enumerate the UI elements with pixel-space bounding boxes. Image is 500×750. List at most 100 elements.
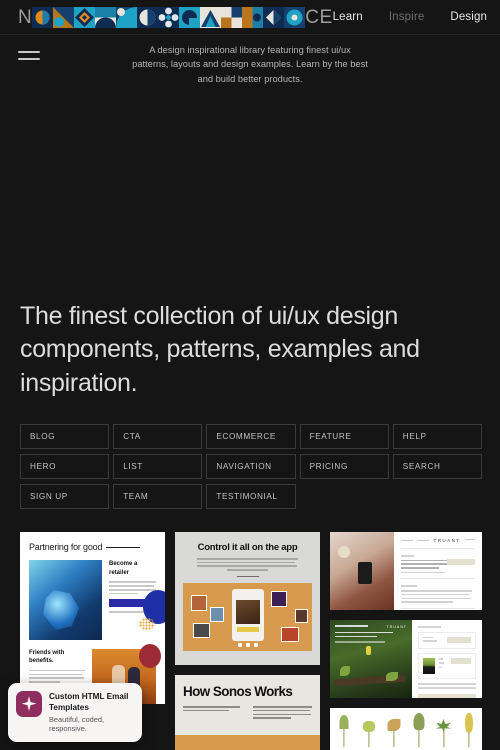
foliage-shape [413, 713, 424, 730]
text-line [183, 706, 240, 708]
text-line [401, 571, 446, 574]
cart-panel [412, 620, 482, 698]
category-filter-grid: BLOG CTA ECOMMERCE FEATURE HELP HERO LIS… [20, 424, 482, 509]
tag-pricing[interactable]: PRICING [299, 454, 389, 479]
gallery-card-how-sonos-works[interactable]: How Sonos Works [175, 675, 320, 750]
album-collage [183, 583, 312, 652]
plant-illustration [459, 713, 478, 747]
logo-suffix-letters: CE [305, 6, 333, 28]
text-line [401, 601, 453, 603]
toast-subtitle: Beautiful, coded, responsive. [49, 714, 105, 734]
foliage-shape [339, 715, 348, 729]
hero-section: The finest collection of ui/ux design co… [20, 300, 440, 400]
top-navigation-bar: N CE Learn Inspire Design [0, 0, 500, 34]
plant-illustration [409, 713, 428, 747]
text-line [197, 565, 297, 567]
text-line [423, 636, 433, 639]
tag-list[interactable]: LIST [113, 454, 203, 479]
gallery-card-forest-cart[interactable]: TRUANT [330, 620, 482, 698]
plant-illustration [434, 713, 453, 747]
site-tagline: A design inspirational library featuring… [132, 45, 368, 84]
next-icon[interactable] [253, 643, 258, 648]
breadcrumb[interactable] [401, 539, 429, 542]
tag-testimonial[interactable]: TESTIMONIAL [206, 484, 296, 509]
gallery-card-product-detail[interactable]: TRUANT [330, 532, 482, 610]
album-art [271, 591, 287, 608]
decorative-dot-pattern [139, 618, 155, 630]
tag-hero[interactable]: HERO [20, 454, 110, 479]
tag-sign-up[interactable]: SIGN UP [20, 484, 110, 509]
tag-help[interactable]: HELP [392, 424, 482, 449]
card-title-row: Partnering for good [29, 542, 156, 552]
now-playing-bar [236, 627, 259, 633]
logo-pattern-tiles [32, 6, 306, 28]
text-line [401, 585, 418, 587]
tag-search[interactable]: SEARCH [392, 454, 482, 479]
remove-button[interactable] [451, 658, 471, 665]
tag-team[interactable]: TEAM [113, 484, 203, 509]
text-line [401, 597, 471, 600]
quantity-stepper[interactable] [439, 666, 442, 669]
gallery-card-control-it-all-on-the-app[interactable]: Control it all on the app [175, 532, 320, 665]
site-logo[interactable]: N CE [18, 6, 333, 28]
gallery-column-1: Partnering for good Become a retailer Fr… [20, 532, 165, 704]
forest-photo: TRUANT [330, 620, 412, 698]
prev-icon[interactable] [237, 643, 242, 648]
foliage-shape [464, 713, 473, 733]
logo-tile [32, 6, 54, 28]
checkout-button[interactable] [418, 693, 476, 698]
leaf-shape [386, 672, 398, 681]
add-button[interactable] [447, 636, 471, 643]
nav-link-inspire[interactable]: Inspire [389, 11, 425, 23]
text-line [109, 592, 139, 595]
text-line [401, 567, 440, 569]
product-header: TRUANT [401, 538, 475, 543]
product-description-block [401, 585, 475, 603]
toast-title: Custom HTML Email Templates [49, 691, 129, 712]
text-line [197, 558, 298, 560]
tag-feature[interactable]: FEATURE [299, 424, 389, 449]
card-title: Control it all on the app [197, 542, 298, 553]
text-line [29, 677, 84, 679]
flower-shape [366, 646, 371, 655]
text-line [236, 575, 259, 578]
text-line [401, 589, 473, 592]
text-line [401, 539, 413, 542]
playback-controls[interactable] [237, 643, 258, 648]
decorative-blob [139, 644, 161, 668]
text-line [401, 555, 415, 557]
text-line [252, 717, 291, 719]
tag-navigation[interactable]: NAVIGATION [206, 454, 296, 479]
plant-illustration [334, 713, 353, 747]
tag-blog[interactable]: BLOG [20, 424, 110, 449]
tag-cta[interactable]: CTA [113, 424, 203, 449]
add-to-cart-button[interactable] [447, 558, 475, 565]
logo-tile [95, 6, 117, 28]
learn-more-link[interactable] [183, 575, 312, 578]
logo-tile [221, 6, 243, 28]
card-title: Partnering for good [29, 542, 103, 552]
hamburger-icon[interactable] [18, 43, 40, 65]
album-art [193, 623, 210, 639]
divider [401, 548, 475, 549]
text-line [335, 635, 377, 638]
nav-link-design[interactable]: Design [450, 11, 487, 23]
card-subheading: Friends with benefits. [29, 650, 65, 665]
card-title: How Sonos Works [183, 684, 293, 699]
nav-link-learn[interactable]: Learn [333, 11, 363, 23]
album-art [295, 609, 308, 624]
gallery-card-partnering-for-good[interactable]: Partnering for good Become a retailer Fr… [20, 532, 165, 704]
album-art [191, 595, 207, 612]
text-line [418, 626, 442, 628]
play-icon[interactable] [245, 643, 250, 648]
notification-toast[interactable]: Custom HTML Email Templates Beautiful, c… [8, 682, 142, 742]
text-line [418, 686, 476, 689]
text-line [335, 631, 393, 634]
logo-tile [158, 6, 180, 28]
tag-ecommerce[interactable]: ECOMMERCE [206, 424, 296, 449]
product-info-panel: TRUANT [394, 532, 482, 610]
logo-tile [200, 6, 222, 28]
column-left [183, 706, 243, 721]
card-columns [183, 706, 312, 721]
gallery-card-botanical[interactable] [330, 708, 482, 750]
